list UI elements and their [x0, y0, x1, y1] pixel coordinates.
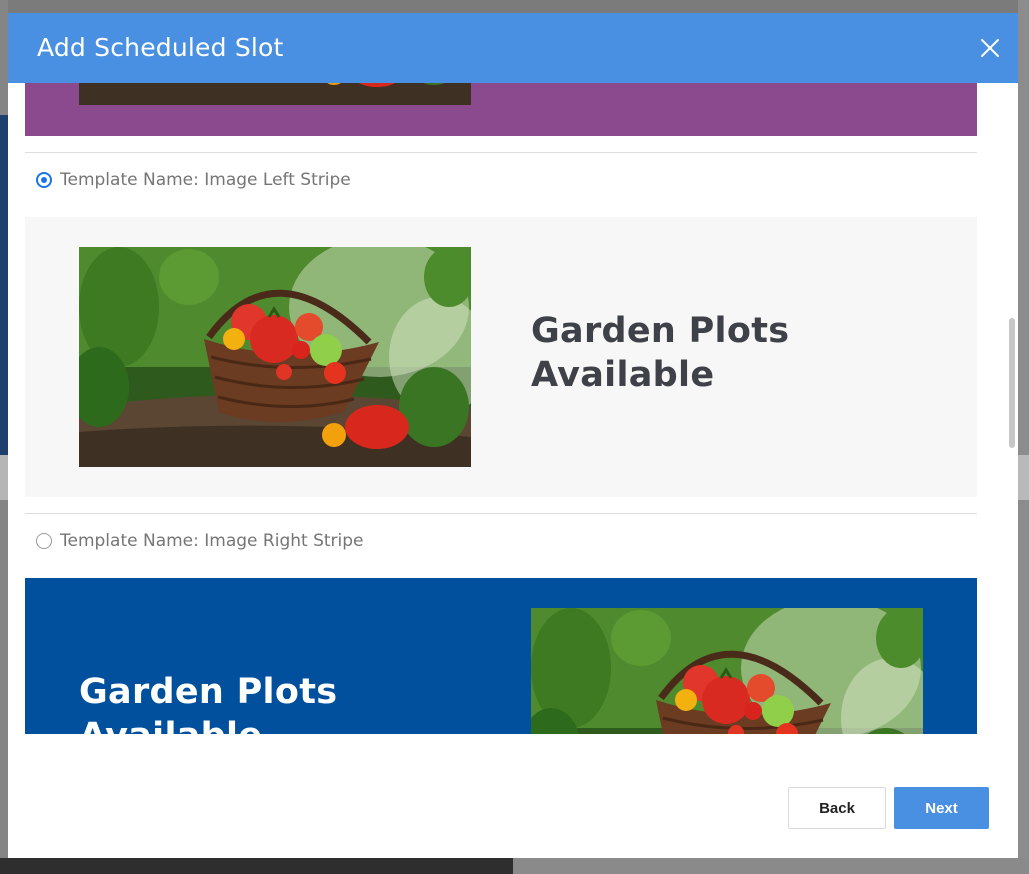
divider: [25, 513, 977, 514]
radio-selected-icon[interactable]: [36, 172, 52, 188]
modal-title: Add Scheduled Slot: [37, 33, 284, 62]
template-name-label: Template Name: Image Left Stripe: [60, 170, 351, 190]
template-option-image-left-stripe[interactable]: Template Name: Image Left Stripe: [36, 169, 351, 191]
add-scheduled-slot-modal: Add Scheduled Slot Template Name: Image …: [8, 13, 1018, 858]
modal-header: Add Scheduled Slot: [8, 13, 1018, 83]
backdrop: [0, 858, 513, 874]
template-list: Template Name: Image Left Stripe Garden …: [8, 83, 1018, 734]
scrollbar-thumb[interactable]: [1009, 318, 1015, 448]
template-name-label: Template Name: Image Right Stripe: [60, 531, 364, 551]
stripe-heading: Garden Plots Available: [79, 672, 338, 734]
vegetable-basket-image: [531, 608, 923, 734]
backdrop-page-strip: [1018, 455, 1029, 500]
back-button[interactable]: Back: [788, 787, 886, 829]
close-icon[interactable]: [978, 36, 1002, 60]
next-button[interactable]: Next: [894, 787, 989, 829]
backdrop: [1018, 0, 1029, 858]
template-preview-image: [79, 83, 471, 105]
template-preview-image-left-stripe[interactable]: Garden Plots Available: [25, 217, 977, 497]
radio-unselected-icon[interactable]: [36, 533, 52, 549]
template-option-image-right-stripe[interactable]: Template Name: Image Right Stripe: [36, 530, 364, 552]
backdrop-page-strip: [0, 115, 8, 455]
backdrop: [513, 858, 1029, 874]
template-preview-previous: [25, 83, 977, 136]
template-preview-image-right-stripe[interactable]: Garden Plots Available: [25, 578, 977, 734]
stripe-heading: Garden Plots Available: [531, 311, 790, 395]
modal-footer: Back Next: [8, 734, 1018, 858]
vegetable-basket-image: [79, 247, 471, 467]
divider: [25, 152, 977, 153]
backdrop-page-strip: [0, 455, 8, 500]
